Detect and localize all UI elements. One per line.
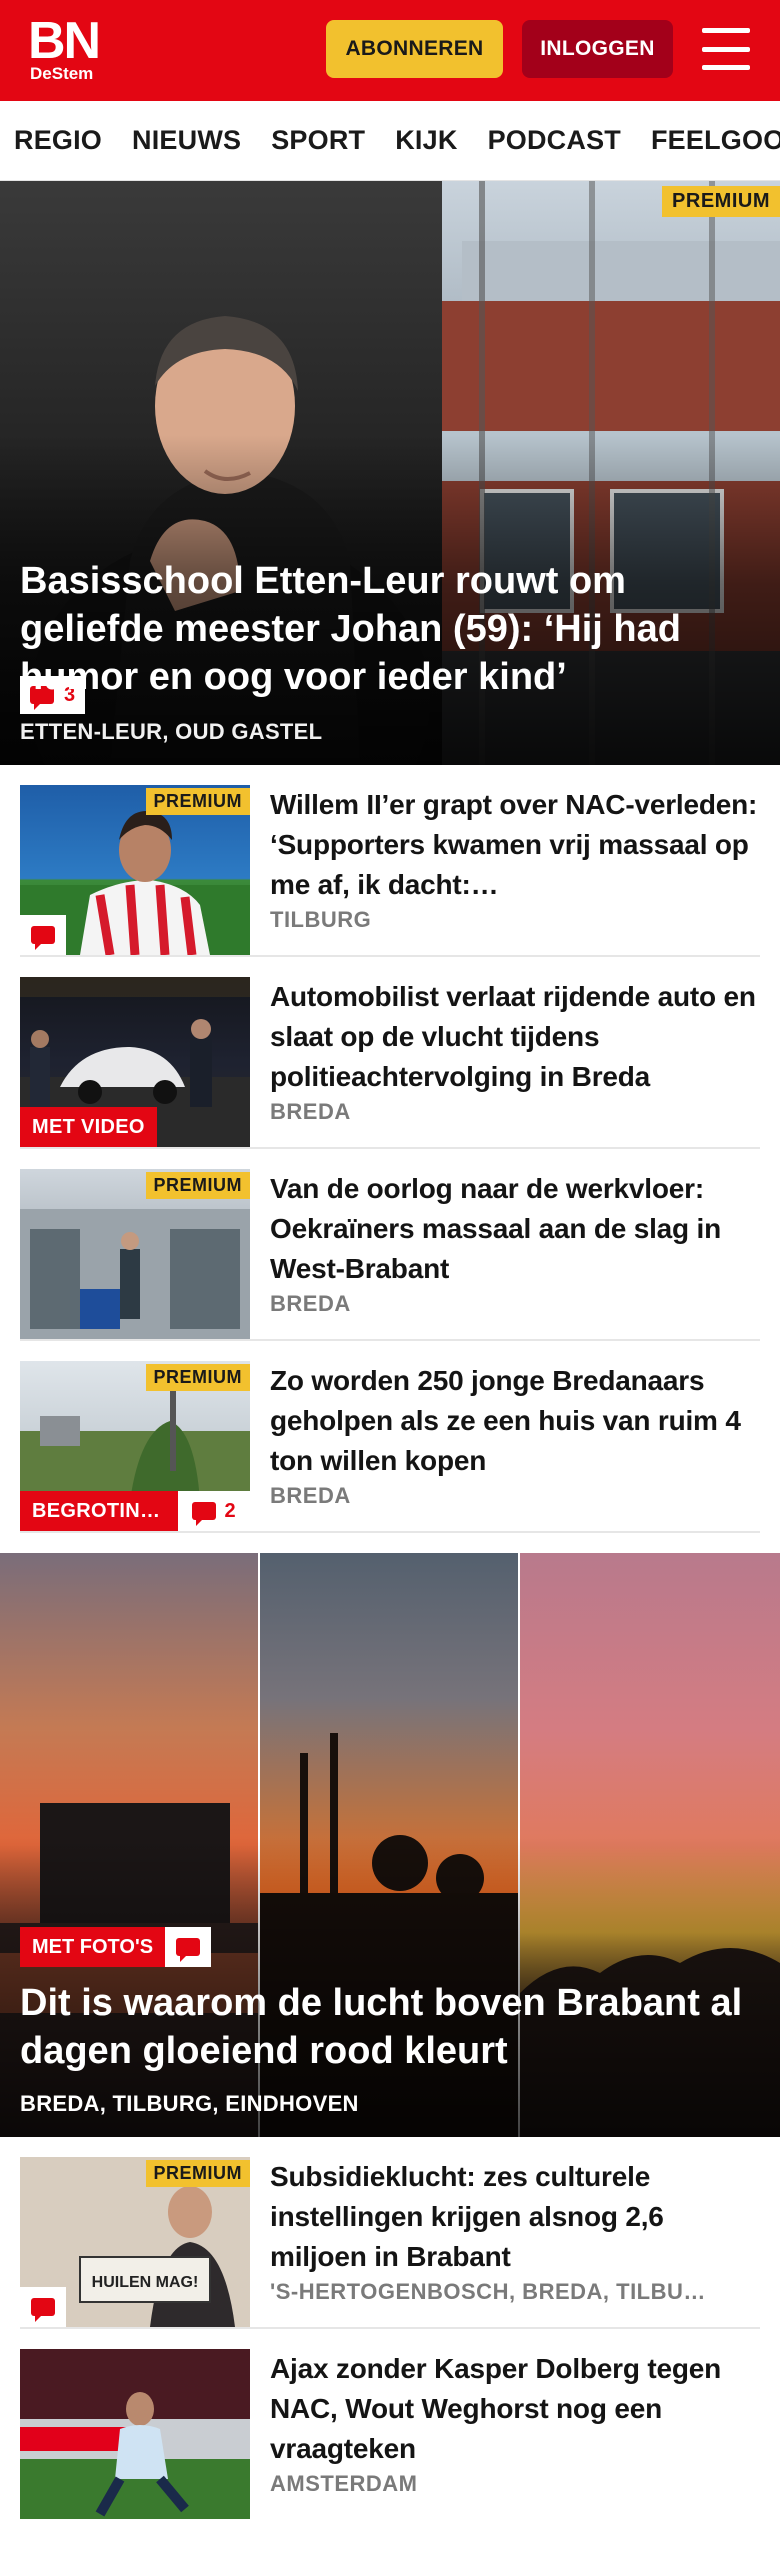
list-item[interactable]: Ajax zonder Kasper Dolberg tegen NAC, Wo… — [20, 2329, 760, 2521]
nav-item-kijk[interactable]: KIJK — [395, 125, 457, 156]
article-title[interactable]: Van de oorlog naar de werkvloer: Oekraïn… — [270, 1169, 760, 1289]
article-title[interactable]: Ajax zonder Kasper Dolberg tegen NAC, Wo… — [270, 2349, 760, 2469]
section-nav: REGIO NIEUWS SPORT KIJK PODCAST FEELGOOD — [0, 101, 780, 181]
nav-item-nieuws[interactable]: NIEUWS — [132, 125, 241, 156]
comment-icon — [31, 2298, 55, 2322]
nav-item-regio[interactable]: REGIO — [14, 125, 102, 156]
article-thumbnail: MET VIDEO — [20, 977, 250, 1147]
premium-badge: PREMIUM — [145, 787, 250, 815]
site-header: BN DeStem ABONNEREN INLOGGEN — [0, 0, 780, 101]
article-text: Ajax zonder Kasper Dolberg tegen NAC, Wo… — [250, 2349, 760, 2501]
sign-text: HUILEN MAG! — [92, 2274, 199, 2291]
article-title[interactable]: Automobilist verlaat rijdende auto en sl… — [270, 977, 760, 1097]
hero-text: Basisschool Etten-Leur rouwt om geliefde… — [20, 557, 750, 745]
list-item[interactable]: MET VIDEO Automobilist verlaat rijdende … — [20, 957, 760, 1149]
feature-labels: MET FOTO'S — [20, 1927, 212, 1967]
list-item[interactable]: HUILEN MAG! PREMIUM Subsidieklucht: zes … — [20, 2137, 760, 2329]
video-label: MET VIDEO — [20, 1107, 157, 1147]
article-text: Subsidieklucht: zes culturele instelling… — [250, 2157, 760, 2307]
article-text: Automobilist verlaat rijdende auto en sl… — [250, 977, 760, 1127]
nav-item-podcast[interactable]: PODCAST — [488, 125, 621, 156]
logo-sub: DeStem — [30, 64, 94, 83]
premium-badge-wrap: PREMIUM — [145, 1169, 250, 1201]
comment-count: 2 — [224, 1499, 236, 1522]
subscribe-button[interactable]: ABONNEREN — [326, 20, 503, 78]
football-match-illustration — [20, 2349, 250, 2519]
article-location: BREDA — [270, 1483, 351, 1508]
premium-badge-wrap: PREMIUM — [145, 785, 250, 817]
article-text: Willem II’er grapt over NAC-verleden: ‘S… — [250, 785, 760, 935]
comment-badge[interactable] — [165, 1927, 212, 1967]
hero-premium-badge-wrap: PREMIUM — [662, 181, 780, 221]
article-location: BREDA — [270, 1099, 351, 1124]
article-text: Van de oorlog naar de werkvloer: Oekraïn… — [250, 1169, 760, 1319]
nav-item-feelgood[interactable]: FEELGOOD — [651, 125, 780, 156]
logo-main: BN — [28, 12, 101, 70]
article-list-2: HUILEN MAG! PREMIUM Subsidieklucht: zes … — [0, 2137, 780, 2521]
premium-badge-wrap: PREMIUM — [145, 1361, 250, 1393]
article-list: PREMIUM Willem II’er grapt over NAC-verl… — [0, 765, 780, 1533]
logo[interactable]: BN DeStem — [28, 15, 101, 83]
comment-icon — [31, 926, 55, 950]
nav-item-sport[interactable]: SPORT — [271, 125, 365, 156]
list-item[interactable]: PREMIUM Van de oorlog naar de werkvloer:… — [20, 1149, 760, 1341]
feature-text: Dit is waarom de lucht boven Brabant al … — [20, 1979, 750, 2117]
category-label: BEGROTIN… — [20, 1491, 178, 1531]
article-thumbnail — [20, 2349, 250, 2519]
comment-icon — [176, 1938, 201, 1962]
hero-article[interactable]: PREMIUM 3 Basisschool Etten-Leur rouwt o… — [0, 181, 780, 765]
hero-location: ETTEN-LEUR, OUD GASTEL — [20, 719, 323, 744]
feature-headline[interactable]: Dit is waarom de lucht boven Brabant al … — [20, 1979, 750, 2075]
feature-article[interactable]: MET FOTO'S Dit is waarom de lucht boven … — [0, 1553, 780, 2137]
list-item[interactable]: PREMIUM BEGROTIN… 2 Zo worden 250 jonge … — [20, 1341, 760, 1533]
list-item[interactable]: PREMIUM Willem II’er grapt over NAC-verl… — [20, 765, 760, 957]
article-title[interactable]: Zo worden 250 jonge Bredanaars geholpen … — [270, 1361, 760, 1481]
hamburger-menu-icon[interactable] — [702, 28, 750, 70]
photos-label: MET FOTO'S — [20, 1927, 166, 1967]
premium-badge-wrap: PREMIUM — [145, 2157, 250, 2189]
article-location: BREDA — [270, 1291, 351, 1316]
premium-badge: PREMIUM — [145, 1363, 250, 1391]
comment-icon — [192, 1502, 217, 1526]
article-text: Zo worden 250 jonge Bredanaars geholpen … — [250, 1361, 760, 1511]
comment-badge[interactable] — [20, 915, 66, 955]
comment-badge[interactable]: 2 — [178, 1491, 250, 1531]
comment-badge[interactable] — [20, 2287, 66, 2327]
article-thumbnail: PREMIUM — [20, 1169, 250, 1339]
feature-location: BREDA, TILBURG, EINDHOVEN — [20, 2091, 359, 2116]
article-thumbnail: PREMIUM BEGROTIN… 2 — [20, 1361, 250, 1531]
article-thumbnail: HUILEN MAG! PREMIUM — [20, 2157, 250, 2327]
article-location: 'S-HERTOGENBOSCH, BREDA, TILBU… — [270, 2279, 706, 2304]
premium-badge: PREMIUM — [145, 2159, 250, 2187]
hero-headline[interactable]: Basisschool Etten-Leur rouwt om geliefde… — [20, 557, 750, 701]
login-button[interactable]: INLOGGEN — [522, 20, 673, 78]
premium-badge: PREMIUM — [662, 185, 780, 217]
article-location: AMSTERDAM — [270, 2471, 418, 2496]
article-location: TILBURG — [270, 907, 372, 932]
premium-badge: PREMIUM — [145, 1171, 250, 1199]
article-title[interactable]: Subsidieklucht: zes culturele instelling… — [270, 2157, 760, 2277]
article-thumbnail: PREMIUM — [20, 785, 250, 955]
article-title[interactable]: Willem II’er grapt over NAC-verleden: ‘S… — [270, 785, 760, 905]
